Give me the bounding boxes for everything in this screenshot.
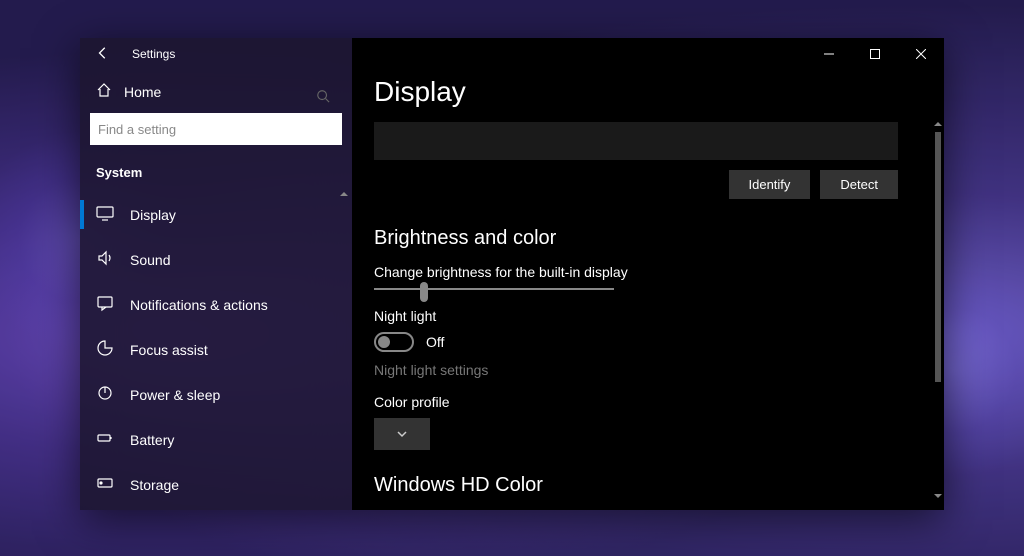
display-icon xyxy=(96,204,114,225)
display-preview xyxy=(374,122,898,160)
sidebar-item-battery[interactable]: Battery xyxy=(80,417,352,462)
night-light-label: Night light xyxy=(374,308,944,324)
chevron-down-icon xyxy=(396,428,408,440)
detect-button[interactable]: Detect xyxy=(820,170,898,199)
hd-color-section-title: Windows HD Color xyxy=(374,474,944,497)
storage-icon xyxy=(96,474,114,495)
settings-window: Settings Home System Display Sound xyxy=(80,38,944,510)
nav-label: Focus assist xyxy=(130,342,208,358)
nav-label: Display xyxy=(130,207,176,223)
content-scrollbar[interactable] xyxy=(934,120,942,500)
back-icon[interactable] xyxy=(96,46,110,63)
close-button[interactable] xyxy=(898,38,944,70)
sidebar-item-notifications[interactable]: Notifications & actions xyxy=(80,282,352,327)
night-light-state: Off xyxy=(426,334,444,350)
nav-label: Battery xyxy=(130,432,174,448)
night-light-settings-link[interactable]: Night light settings xyxy=(374,362,944,378)
sidebar: Settings Home System Display Sound xyxy=(80,38,352,510)
window-controls xyxy=(352,38,944,70)
nav-label: Power & sleep xyxy=(130,387,220,403)
sidebar-item-display[interactable]: Display xyxy=(80,192,352,237)
brightness-section-title: Brightness and color xyxy=(374,227,944,250)
night-light-toggle[interactable] xyxy=(374,332,414,352)
focus-icon xyxy=(96,339,114,360)
battery-icon xyxy=(96,429,114,450)
nav-label: Storage xyxy=(130,477,179,493)
sound-icon xyxy=(96,249,114,270)
power-icon xyxy=(96,384,114,405)
home-label: Home xyxy=(124,84,161,100)
sidebar-item-focus-assist[interactable]: Focus assist xyxy=(80,327,352,372)
home-link[interactable]: Home xyxy=(80,70,352,113)
brightness-slider[interactable] xyxy=(374,288,614,290)
sidebar-item-storage[interactable]: Storage xyxy=(80,462,352,507)
maximize-button[interactable] xyxy=(852,38,898,70)
app-title: Settings xyxy=(132,47,175,61)
category-label: System xyxy=(80,159,352,192)
home-icon xyxy=(96,82,112,101)
titlebar-left: Settings xyxy=(80,38,352,70)
nav-label: Sound xyxy=(130,252,170,268)
content-pane: Display Identify Detect Brightness and c… xyxy=(352,38,944,510)
nav-label: Notifications & actions xyxy=(130,297,268,313)
brightness-label: Change brightness for the built-in displ… xyxy=(374,264,944,280)
notifications-icon xyxy=(96,294,114,315)
sidebar-item-power-sleep[interactable]: Power & sleep xyxy=(80,372,352,417)
scroll-up-icon[interactable] xyxy=(934,120,942,128)
nav-list: Display Sound Notifications & actions Fo… xyxy=(80,192,352,510)
slider-thumb[interactable] xyxy=(420,282,428,302)
page-title: Display xyxy=(374,76,944,108)
color-profile-label: Color profile xyxy=(374,394,944,410)
minimize-button[interactable] xyxy=(806,38,852,70)
color-profile-dropdown[interactable] xyxy=(374,418,430,450)
search-input[interactable] xyxy=(90,113,342,145)
scrollbar-thumb[interactable] xyxy=(935,132,941,382)
identify-button[interactable]: Identify xyxy=(729,170,811,199)
sidebar-item-sound[interactable]: Sound xyxy=(80,237,352,282)
scroll-down-icon[interactable] xyxy=(934,492,942,500)
search-icon xyxy=(316,89,330,103)
